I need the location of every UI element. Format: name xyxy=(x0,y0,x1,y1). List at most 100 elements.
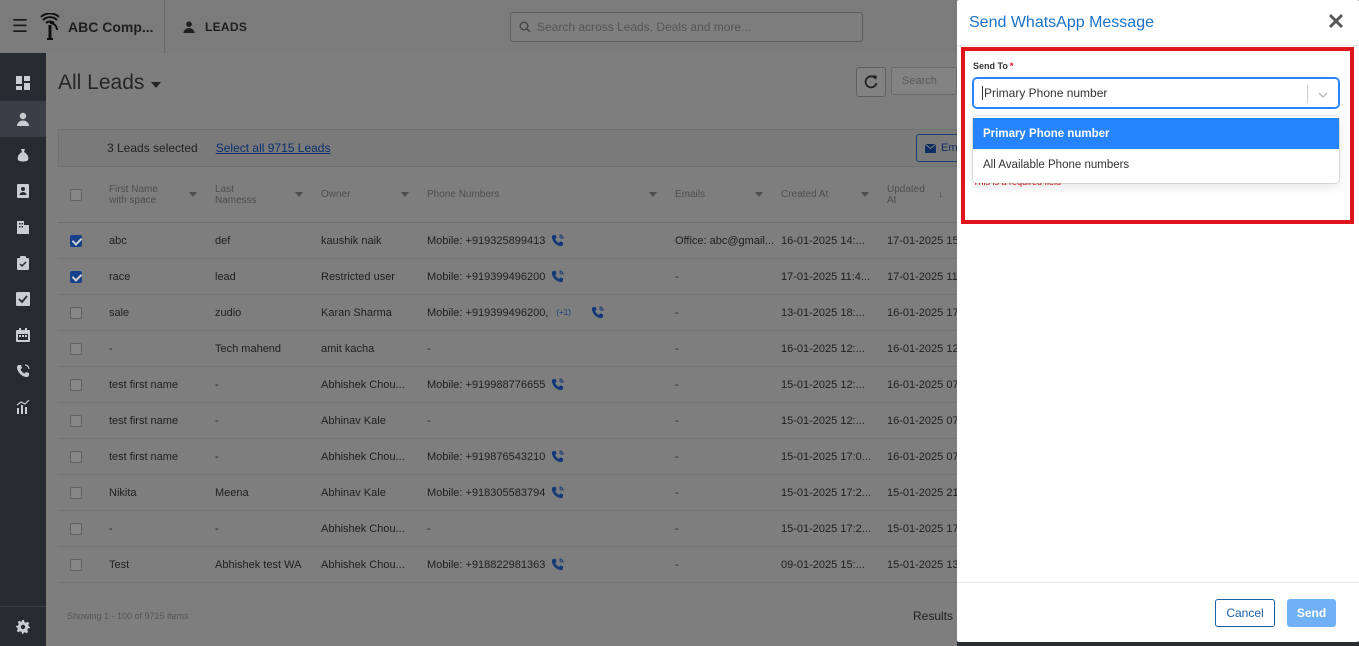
row-checkbox-cell[interactable] xyxy=(58,486,109,499)
row-checkbox-cell[interactable] xyxy=(58,342,109,355)
header-checkbox-cell[interactable] xyxy=(58,188,109,201)
checkbox-icon xyxy=(16,292,30,306)
refresh-button[interactable] xyxy=(856,67,886,97)
sidebar-item-accounts[interactable] xyxy=(0,209,46,245)
sort-caret-icon[interactable] xyxy=(189,192,197,197)
table-body: abc def kaushik naik Mobile: +919325899413 O… xyxy=(58,223,957,583)
call-icon[interactable] xyxy=(551,486,564,499)
user-icon xyxy=(183,20,195,33)
row-checkbox[interactable] xyxy=(70,450,82,463)
more-phones-badge[interactable]: (+1) xyxy=(556,308,570,317)
close-button[interactable] xyxy=(1329,14,1343,28)
send-button[interactable]: Send xyxy=(1287,599,1336,627)
cell-last-name: - xyxy=(215,522,219,535)
row-checkbox[interactable] xyxy=(70,558,82,571)
row-checkbox-cell[interactable] xyxy=(58,522,109,535)
row-checkbox[interactable] xyxy=(70,414,82,427)
sort-caret-icon[interactable] xyxy=(649,192,657,197)
table-row[interactable]: test first name - Abhishek Chou... Mobile: … xyxy=(58,439,957,475)
cell-updated-at: 16-01-2025 07 xyxy=(887,450,957,463)
row-checkbox-cell[interactable] xyxy=(58,234,109,247)
row-checkbox-cell[interactable] xyxy=(58,306,109,319)
sidebar-item-contacts[interactable] xyxy=(0,173,46,209)
header-updated-at[interactable]: Updated At ↓ xyxy=(887,184,957,206)
sort-caret-icon[interactable] xyxy=(401,192,409,197)
cell-first-name: - xyxy=(109,522,113,535)
row-checkbox[interactable] xyxy=(70,522,82,535)
header-first-name[interactable]: First Name with space xyxy=(109,184,215,206)
company-logo-icon xyxy=(40,12,60,40)
cell-owner: kaushik naik xyxy=(321,234,382,247)
row-checkbox[interactable] xyxy=(70,342,82,355)
row-checkbox[interactable] xyxy=(70,234,82,247)
cell-email: - xyxy=(675,378,679,391)
header-created-at[interactable]: Created At xyxy=(781,189,887,200)
send-to-select[interactable]: Primary Phone number xyxy=(973,78,1339,108)
row-checkbox-cell[interactable] xyxy=(58,414,109,427)
cell-last-name: Meena xyxy=(215,486,249,499)
option-primary-phone[interactable]: Primary Phone number xyxy=(973,118,1339,149)
table-row[interactable]: sale zudio Karan Sharma Mobile: +9193994962… xyxy=(58,295,957,331)
sort-caret-icon[interactable] xyxy=(755,192,763,197)
phone-text: Mobile: +918822981363 xyxy=(427,558,546,571)
table-row[interactable]: Nikita Meena Abhinav Kale Mobile: +91830558… xyxy=(58,475,957,511)
sidebar-item-reports[interactable] xyxy=(0,389,46,425)
sort-caret-icon[interactable] xyxy=(295,192,303,197)
call-icon[interactable] xyxy=(551,270,564,283)
email-button[interactable]: Em xyxy=(916,134,960,162)
table-row[interactable]: Test Abhishek test WA Abhishek Chou... Mobi… xyxy=(58,547,957,583)
table-row[interactable]: - - Abhishek Chou... - - 15-01-2025 17:2... 15… xyxy=(58,511,957,547)
sidebar-item-leads[interactable] xyxy=(0,101,46,137)
cell-email: - xyxy=(675,486,679,499)
row-checkbox-cell[interactable] xyxy=(58,450,109,463)
sidebar-item-tasks[interactable] xyxy=(0,281,46,317)
cancel-button[interactable]: Cancel xyxy=(1215,599,1275,627)
chevron-down-icon[interactable] xyxy=(1318,89,1328,99)
row-checkbox[interactable] xyxy=(70,486,82,499)
call-icon[interactable] xyxy=(551,450,564,463)
table-row[interactable]: abc def kaushik naik Mobile: +919325899413 O… xyxy=(58,223,957,259)
company-name[interactable]: ABC Comp... xyxy=(68,19,158,35)
header-phone-numbers[interactable]: Phone Numbers xyxy=(427,189,675,200)
sort-caret-icon[interactable] xyxy=(861,192,869,197)
row-checkbox[interactable] xyxy=(70,306,82,319)
header-owner[interactable]: Owner xyxy=(321,189,427,200)
cell-first-name: - xyxy=(109,342,113,355)
sidebar-item-tasks-board[interactable] xyxy=(0,245,46,281)
row-checkbox-cell[interactable] xyxy=(58,378,109,391)
cell-created-at: 13-01-2025 18:... xyxy=(781,306,865,319)
sidebar-item-dashboard[interactable] xyxy=(0,65,46,101)
row-checkbox-cell[interactable] xyxy=(58,270,109,283)
select-all-link[interactable]: Select all 9715 Leads xyxy=(216,141,331,155)
cell-first-name: Nikita xyxy=(109,486,137,499)
header-label: Last Namesss xyxy=(215,183,257,206)
sort-arrow-icon[interactable]: ↓ xyxy=(938,189,943,200)
select-all-checkbox[interactable] xyxy=(70,188,82,201)
option-all-phones[interactable]: All Available Phone numbers xyxy=(973,149,1339,180)
sidebar-item-calendar[interactable] xyxy=(0,317,46,353)
table-row[interactable]: race lead Restricted user Mobile: +91939949… xyxy=(58,259,957,295)
call-icon[interactable] xyxy=(551,378,564,391)
page-title[interactable]: All Leads xyxy=(58,71,162,95)
call-icon[interactable] xyxy=(551,558,564,571)
cell-email: - xyxy=(675,342,679,355)
sidebar-item-calls[interactable] xyxy=(0,353,46,389)
global-search-input[interactable]: Search across Leads, Deals and more... xyxy=(510,12,863,42)
sidebar-item-settings[interactable] xyxy=(0,606,46,646)
module-name: LEADS xyxy=(205,19,248,34)
list-search-input[interactable]: Search xyxy=(891,67,957,95)
row-checkbox[interactable] xyxy=(70,378,82,391)
call-icon[interactable] xyxy=(591,306,604,319)
list-search-placeholder: Search xyxy=(902,75,937,87)
call-icon[interactable] xyxy=(551,234,564,247)
header-last-name[interactable]: Last Namesss xyxy=(215,184,321,206)
table-row[interactable]: test first name - Abhinav Kale - - 15-01-2025… xyxy=(58,403,957,439)
row-checkbox-cell[interactable] xyxy=(58,558,109,571)
sidebar-item-deals[interactable] xyxy=(0,137,46,173)
table-row[interactable]: test first name - Abhishek Chou... Mobile: … xyxy=(58,367,957,403)
row-checkbox[interactable] xyxy=(70,270,82,283)
hamburger-menu-icon[interactable]: ☰ xyxy=(0,16,40,37)
header-emails[interactable]: Emails xyxy=(675,189,781,200)
phone-text: - xyxy=(427,522,431,535)
table-row[interactable]: - Tech mahend amit kacha - - 16-01-2025 12:..… xyxy=(58,331,957,367)
